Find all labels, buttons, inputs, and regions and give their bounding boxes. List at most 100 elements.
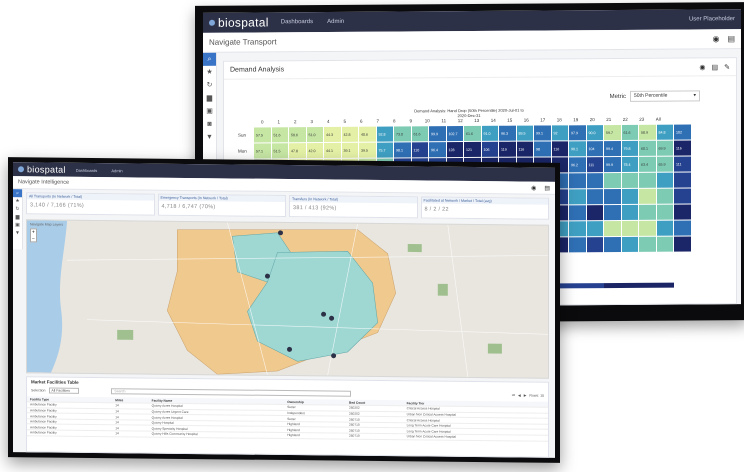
next-page-icon[interactable]: ▶ (524, 394, 527, 398)
document-icon[interactable]: ▤ (544, 184, 550, 191)
heatmap-cell[interactable] (639, 236, 656, 252)
rows-per-page[interactable]: Rows: 10 (529, 394, 544, 398)
heatmap-cell[interactable]: 39.1 (341, 142, 358, 158)
prev-page-icon[interactable]: ◀ (518, 393, 521, 397)
heatmap-cell[interactable]: 106 (481, 141, 498, 157)
heatmap-cell[interactable] (569, 237, 586, 253)
heatmap-cell[interactable] (639, 172, 656, 188)
heatmap-cell[interactable]: 128 (446, 142, 463, 158)
heatmap-cell[interactable] (604, 172, 621, 189)
heatmap-cell[interactable]: 58.9 (639, 124, 656, 140)
heatmap-cell[interactable] (621, 204, 638, 220)
heatmap-cell[interactable]: 111 (674, 156, 691, 172)
heatmap-cell[interactable]: 47.8 (289, 143, 306, 159)
heatmap-cell[interactable] (656, 188, 673, 204)
heatmap-cell[interactable] (656, 204, 673, 220)
heatmap-cell[interactable] (621, 220, 638, 236)
heatmap-cell[interactable]: 42.8 (341, 126, 358, 142)
heatmap-cell[interactable]: 40.6 (359, 126, 376, 142)
heatmap-cell[interactable]: 96.3 (499, 125, 516, 141)
heatmap-cell[interactable]: 119 (499, 141, 516, 157)
save-icon[interactable]: ▣ (13, 221, 22, 229)
document-icon[interactable]: ▤ (727, 34, 735, 43)
heatmap-cell[interactable]: 60.1 (639, 140, 656, 156)
heatmap-cell[interactable] (569, 189, 586, 205)
zoom-control[interactable]: + − (30, 228, 37, 243)
heatmap-cell[interactable]: 61.6 (621, 124, 638, 140)
heatmap-cell[interactable]: 51.6 (271, 127, 288, 143)
heatmap-cell[interactable] (621, 188, 638, 204)
refresh-icon[interactable]: ↻ (13, 205, 22, 213)
heatmap-cell[interactable] (586, 221, 603, 237)
heatmap-cell[interactable]: 63.4 (639, 156, 656, 172)
heatmap-cell[interactable]: 92.8 (376, 126, 393, 142)
map-canvas[interactable] (27, 220, 549, 378)
heatmap-cell[interactable] (674, 172, 691, 188)
heatmap-cell[interactable]: 99.4 (604, 140, 621, 157)
folder-icon[interactable]: ▆ (13, 213, 22, 221)
heatmap-cell[interactable] (621, 236, 638, 252)
heatmap-cell[interactable]: 121 (464, 141, 481, 158)
heatmap-cell[interactable]: 111 (586, 157, 603, 173)
heatmap-cell[interactable] (656, 220, 673, 236)
selection-dropdown[interactable]: All Facilities (49, 387, 80, 394)
heatmap-cell[interactable]: 102 (674, 124, 691, 140)
nav-admin[interactable]: Admin (327, 19, 344, 25)
camera-icon[interactable]: ◉ (699, 63, 705, 71)
heatmap-cell[interactable] (586, 237, 603, 253)
front-logo[interactable]: biospatal (18, 164, 66, 175)
heatmap-cell[interactable] (656, 236, 673, 252)
heatmap-cell[interactable]: 79.8 (621, 140, 638, 156)
user-menu[interactable]: User Placeholder (689, 16, 735, 22)
heatmap-cell[interactable] (604, 220, 621, 237)
heatmap-cell[interactable]: 98.1 (394, 142, 411, 158)
heatmap-cell[interactable] (604, 236, 621, 253)
star-icon[interactable]: ★ (13, 197, 22, 205)
heatmap-cell[interactable] (639, 204, 656, 220)
heatmap-cell[interactable]: 99.9 (429, 126, 446, 142)
search-icon[interactable]: ⌕ (13, 189, 22, 198)
folder-icon[interactable]: ▆ (203, 92, 216, 105)
heatmap-cell[interactable]: 50.6 (289, 127, 306, 143)
heatmap-cell[interactable]: 69.9 (656, 140, 673, 156)
heatmap-cell[interactable] (674, 236, 691, 252)
heatmap-cell[interactable]: 44.1 (324, 142, 341, 159)
edit-icon[interactable]: ✎ (724, 63, 730, 71)
heatmap-cell[interactable]: 61.6 (464, 125, 481, 142)
heatmap-cell[interactable]: 116 (674, 140, 691, 156)
heatmap-cell[interactable]: 116 (551, 141, 568, 157)
nav-admin[interactable]: Admin (111, 168, 122, 173)
heatmap-cell[interactable] (639, 220, 656, 236)
heatmap-cell[interactable]: 99.1 (534, 125, 551, 141)
heatmap-cell[interactable]: 90.0 (586, 125, 603, 141)
heatmap-cell[interactable]: 97.9 (569, 125, 586, 141)
heatmap-cell[interactable]: 99.9 (604, 156, 621, 173)
region-map[interactable]: Navigate Map Layers + − (26, 219, 549, 379)
heatmap-cell[interactable] (604, 188, 621, 205)
heatmap-cell[interactable]: 89.5 (516, 125, 533, 141)
heatmap-cell[interactable]: 96.2 (569, 157, 586, 173)
back-logo[interactable]: biospatal (209, 15, 269, 30)
heatmap-cell[interactable] (569, 221, 586, 237)
heatmap-cell[interactable]: 110 (411, 142, 428, 158)
heatmap-cell[interactable]: 90.1 (569, 141, 586, 157)
camera-icon[interactable]: ◉ (712, 34, 719, 43)
first-page-icon[interactable]: ⏮ (512, 393, 515, 397)
heatmap-cell[interactable]: 75.7 (376, 142, 393, 158)
heatmap-cell[interactable] (586, 205, 603, 221)
heatmap-cell[interactable]: 84.8 (656, 124, 673, 140)
heatmap-cell[interactable]: 65.9 (656, 156, 673, 172)
heatmap-cell[interactable]: 57.1 (254, 143, 271, 159)
heatmap-cell[interactable] (604, 204, 621, 221)
nav-dashboards[interactable]: Dashboards (281, 19, 313, 25)
heatmap-cell[interactable]: 102.7 (446, 126, 463, 142)
heatmap-cell[interactable]: 42.0 (306, 143, 323, 159)
heatmap-cell[interactable] (674, 220, 691, 236)
camera-icon[interactable]: ◉ (531, 184, 536, 191)
heatmap-cell[interactable] (569, 173, 586, 189)
heatmap-cell[interactable]: 91.0 (481, 125, 498, 141)
heatmap-cell[interactable] (621, 172, 638, 188)
metric-select[interactable]: 50th Percentile ▾ (630, 90, 700, 102)
search-icon[interactable]: ⌕ (203, 52, 216, 66)
car-icon[interactable]: ◙ (203, 118, 216, 131)
